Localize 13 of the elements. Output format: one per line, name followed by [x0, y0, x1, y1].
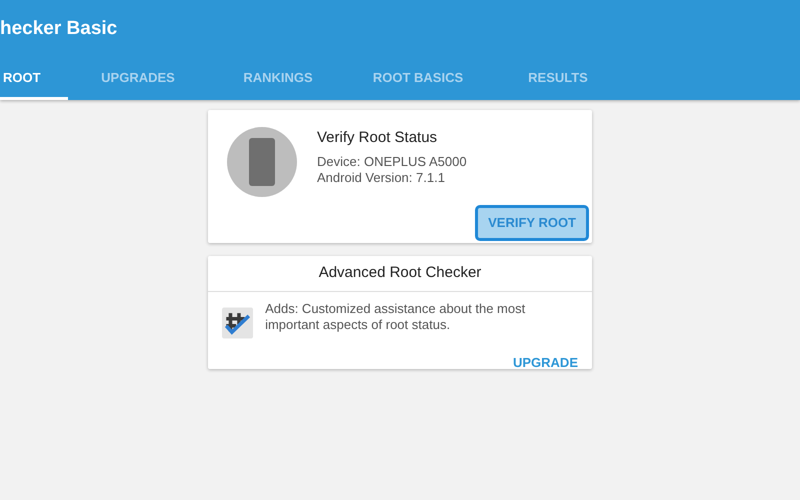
upgrade-button[interactable]: UPGRADE	[512, 352, 578, 372]
verify-root-button[interactable]: VERIFY ROOT	[475, 205, 589, 240]
card-title: Verify Root Status	[317, 128, 438, 148]
tab[interactable]: RANKINGS	[208, 58, 348, 100]
app-title: hecker Basic	[0, 18, 118, 39]
tab[interactable]: ROOT	[0, 58, 68, 100]
tab[interactable]: UPGRADES	[68, 58, 208, 100]
android-version-text: Android Version: 7.1.1	[317, 170, 446, 186]
card-title: Advanced Root Checker	[318, 264, 482, 281]
device-text: Device: ONEPLUS A5000	[317, 154, 467, 170]
tab[interactable]: ROOT BASICS	[348, 58, 488, 100]
description-text: Adds: Customized assistance about the most important aspects of root status.	[265, 300, 526, 334]
tab[interactable]: RESULTS	[488, 58, 628, 100]
